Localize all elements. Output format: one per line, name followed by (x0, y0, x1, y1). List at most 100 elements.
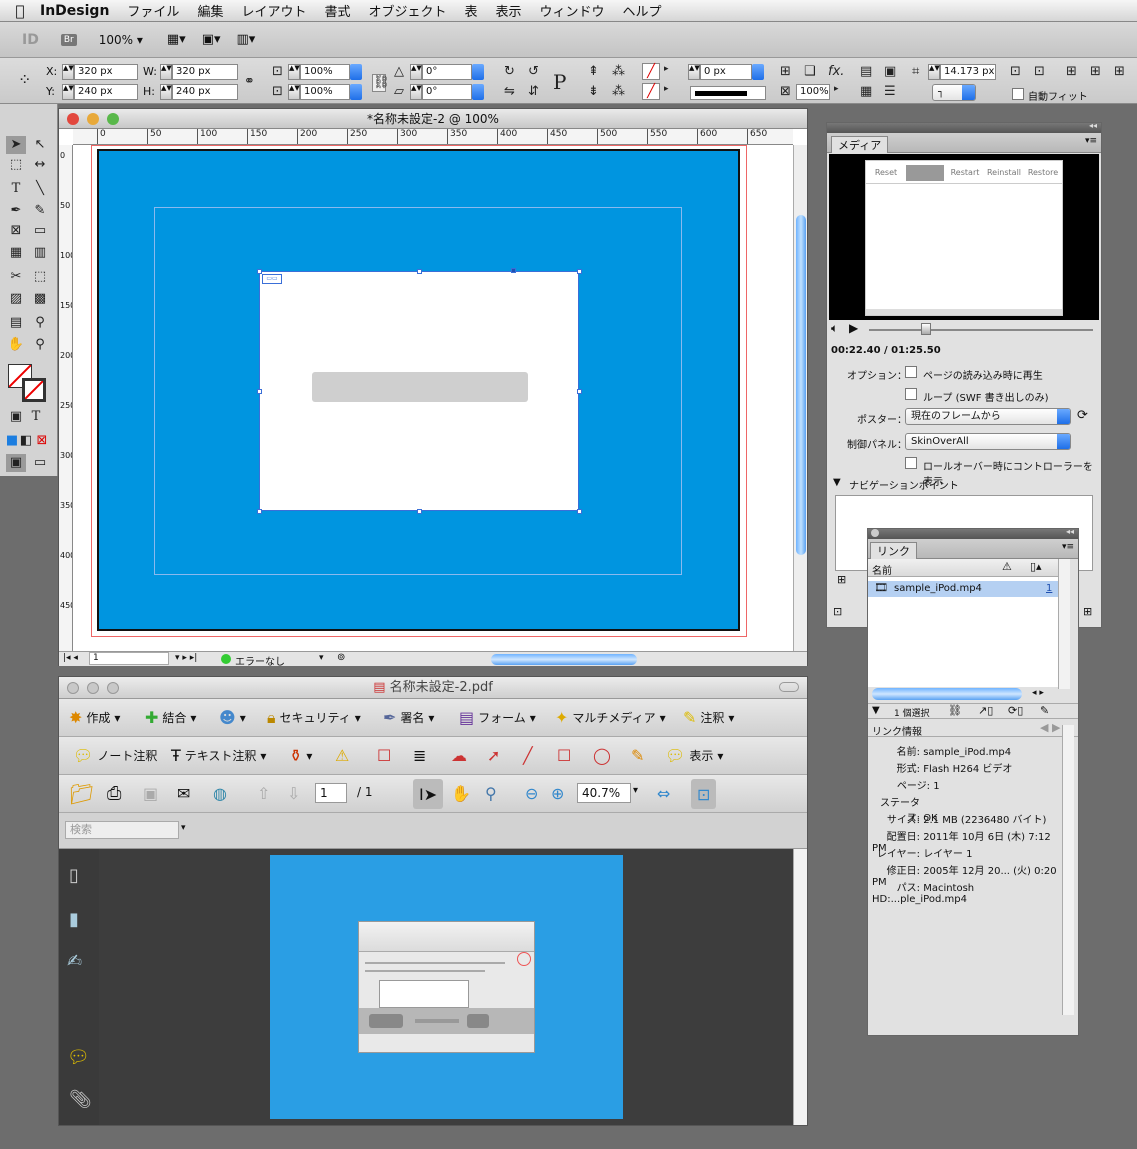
constrain-proportions-icon[interactable]: ⚭ (244, 74, 255, 89)
line-tool-icon[interactable]: ╲ (30, 180, 50, 198)
pdf-page[interactable] (270, 855, 623, 1119)
poster-select[interactable]: 現在のフレームから (905, 408, 1071, 425)
center-content-icon[interactable]: ⊞ (1066, 64, 1077, 79)
link-page[interactable]: 1 (1046, 583, 1052, 594)
line-button[interactable]: ╱ (523, 737, 533, 774)
comments-icon[interactable]: 💬︎ (67, 1047, 90, 1068)
pdf-viewport[interactable] (99, 849, 793, 1125)
next-page-button[interactable]: ⇩ (287, 775, 300, 812)
prev-next-icon[interactable]: ◀ ▶ (1040, 721, 1060, 734)
link-info-scrollbar[interactable] (1062, 725, 1074, 1015)
horizontal-grid-tool-icon[interactable]: ▦ (6, 244, 26, 262)
fill-frame-icon[interactable]: ⊞ (1090, 64, 1101, 79)
direct-selection-tool-icon[interactable]: ↖ (30, 136, 50, 154)
media-settings-icon[interactable]: ⊞ (1083, 605, 1092, 618)
select-tool-button[interactable]: I➤ (413, 779, 444, 809)
autofit-checkbox[interactable] (1012, 88, 1024, 100)
fill-swatch-icon[interactable]: ╱ (642, 63, 660, 80)
multimedia-button[interactable]: ✦ マルチメディア ▾ (555, 699, 666, 736)
zoom-in-button[interactable]: ⊕ (551, 775, 564, 812)
rectangle-tool-icon[interactable]: ▭ (30, 222, 50, 240)
scale-y-stepper[interactable]: ▲▼ (288, 84, 300, 100)
gradient-feather-tool-icon[interactable]: ▩ (30, 290, 50, 308)
resize-handle[interactable] (577, 269, 582, 274)
x-stepper[interactable]: ▲▼ (62, 64, 74, 80)
preview-icon[interactable]: ⊡ (833, 605, 842, 618)
links-tab[interactable]: リンク (870, 542, 917, 559)
links-list[interactable]: 🎞︎ sample_iPod.mp4 1 (868, 577, 1058, 687)
normal-view-icon[interactable]: ▣ (6, 454, 26, 472)
search-dropdown-icon[interactable]: ▾ (181, 823, 186, 833)
cloud-button[interactable]: ☁ (451, 737, 467, 774)
info-toggle[interactable]: ▼ (872, 705, 880, 716)
corner-shape-select[interactable]: ┐ (932, 84, 976, 101)
update-link-icon[interactable]: ⟳▯ (1008, 704, 1023, 717)
sticky-note-button[interactable]: 💬︎ ノート注釈 (73, 737, 157, 774)
resize-handle[interactable] (257, 389, 262, 394)
page-column-icon[interactable]: ▯▴ (1030, 560, 1042, 573)
first-page-icon[interactable]: |◂ ◂ (63, 653, 78, 663)
pen-tool-icon[interactable]: ✒ (6, 202, 26, 220)
sign-button[interactable]: ✒ 署名 ▾ (383, 699, 434, 736)
zoom-out-button[interactable]: ⊖ (525, 775, 538, 812)
web-button[interactable]: ◍ (213, 775, 227, 812)
play-on-load-checkbox[interactable] (905, 366, 917, 378)
fit-frame-icon[interactable]: ⊡ (1034, 64, 1045, 79)
combine-button[interactable]: ✚ 結合 ▾ (145, 699, 196, 736)
arrange-documents-icon[interactable]: ▥▾ (237, 32, 256, 47)
open-folder-icon[interactable]: ⊚ (337, 652, 345, 663)
resize-handle[interactable] (577, 509, 582, 514)
links-list-scrollbar[interactable] (1058, 559, 1070, 689)
media-frame[interactable]: ▭▭ (257, 268, 582, 514)
print-button[interactable]: ⎙ (107, 775, 121, 812)
free-transform-tool-icon[interactable]: ⬚ (30, 268, 50, 286)
menu-object[interactable]: オブジェクト (368, 1, 446, 20)
w-stepper[interactable]: ▲▼ (160, 64, 172, 80)
opacity-field[interactable]: 100% (796, 84, 830, 100)
loop-checkbox[interactable] (905, 388, 917, 400)
media-tab[interactable]: メディア (831, 136, 889, 153)
drop-shadow-icon[interactable]: ❑ (804, 64, 816, 79)
volume-icon[interactable]: 🔈︎ (831, 321, 838, 336)
close-button[interactable] (67, 682, 79, 694)
close-button[interactable] (67, 113, 79, 125)
shear-field[interactable]: 0° (422, 84, 472, 100)
select-content-icon[interactable]: ⁂ (612, 64, 625, 79)
attachments-icon[interactable]: 📎︎ (69, 1089, 92, 1110)
gap-tool-icon[interactable]: ↔ (30, 156, 50, 174)
pdf-vertical-scrollbar[interactable] (793, 849, 807, 1125)
flip-vertical-icon[interactable]: ⇵ (528, 84, 539, 99)
panel-menu-icon[interactable]: ▾≡ (1062, 542, 1074, 552)
rotate-ccw-icon[interactable]: ↺ (528, 64, 539, 79)
rotate-cw-icon[interactable]: ↻ (504, 64, 515, 79)
rotate-stepper[interactable]: ▲▼ (410, 64, 422, 80)
resize-handle[interactable] (417, 269, 422, 274)
text-edits-button[interactable]: Ŧ テキスト注釈 ▾ (171, 737, 266, 774)
h-stepper[interactable]: ▲▼ (160, 84, 172, 100)
rectangle-button[interactable]: ☐ (557, 737, 571, 774)
rotate-dropdown[interactable] (472, 64, 484, 80)
page-tool-icon[interactable]: ⬚ (6, 156, 26, 174)
stroke-dropdown-icon[interactable]: ▸ (664, 84, 669, 94)
type-tool-icon[interactable]: T (6, 180, 26, 198)
menu-edit[interactable]: 編集 (197, 1, 223, 20)
flip-horizontal-icon[interactable]: ⇋ (504, 84, 515, 99)
select-container-icon[interactable]: ⇞ (588, 64, 599, 79)
embedded-video-poster[interactable] (358, 921, 535, 1053)
show-comments-button[interactable]: 💬︎ 表示 ▾ (665, 737, 723, 774)
rotate-field[interactable]: 0° (422, 64, 472, 80)
stroke-weight-dropdown[interactable] (752, 64, 764, 80)
menu-layout[interactable]: レイアウト (241, 1, 306, 20)
selection-tool-icon[interactable]: ➤ (6, 136, 26, 154)
page-field[interactable]: 1 (89, 652, 169, 665)
close-button[interactable] (871, 529, 879, 537)
zoom-tool-icon[interactable]: ⚲ (30, 336, 50, 354)
opacity-dropdown-icon[interactable]: ▸ (834, 84, 839, 94)
resize-handle[interactable] (257, 269, 262, 274)
scroll-arrows[interactable]: ◂ ▸ (1032, 688, 1044, 698)
zoom-input[interactable]: 40.7% (577, 783, 631, 803)
vertical-scroll-thumb[interactable] (796, 215, 806, 555)
stroke-type-select[interactable] (690, 86, 766, 100)
pencil-button[interactable]: ✎ (631, 737, 644, 774)
name-column-header[interactable]: 名前 (872, 562, 892, 577)
